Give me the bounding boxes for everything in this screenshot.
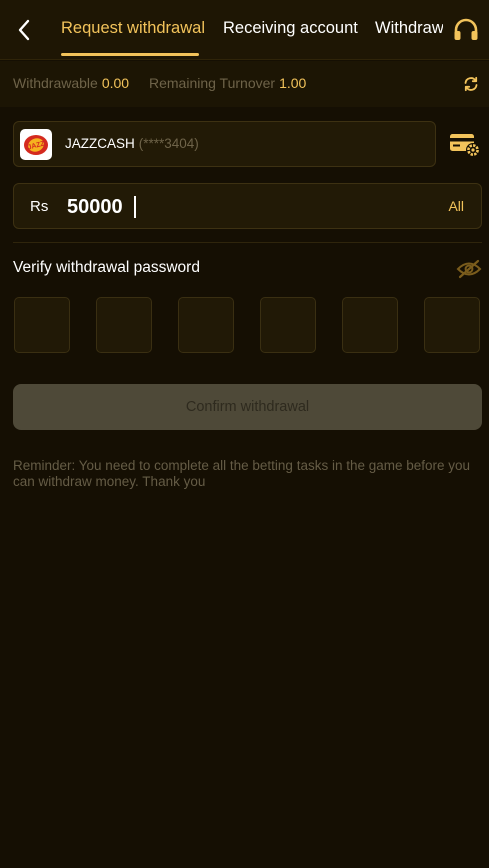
top-nav-bar: Request withdrawal Receiving account Wit… bbox=[0, 0, 489, 60]
eye-off-icon bbox=[456, 259, 482, 279]
currency-label: Rs bbox=[30, 198, 49, 215]
account-masked-number: (****3404) bbox=[138, 136, 199, 151]
password-digit-5[interactable] bbox=[342, 297, 398, 353]
refresh-icon bbox=[464, 76, 478, 92]
receiving-account-selector[interactable]: JAZZ JAZZCASH (****3404) bbox=[13, 121, 436, 167]
password-digit-3[interactable] bbox=[178, 297, 234, 353]
password-digit-1[interactable] bbox=[14, 297, 70, 353]
chevron-left-icon bbox=[18, 19, 30, 41]
section-divider bbox=[13, 242, 482, 243]
withdrawable-value: 0.00 bbox=[101, 75, 130, 91]
password-digit-2[interactable] bbox=[96, 297, 152, 353]
tab-receiving-account[interactable]: Receiving account bbox=[223, 19, 358, 38]
text-cursor bbox=[134, 196, 136, 218]
customer-support-button[interactable] bbox=[443, 0, 489, 59]
withdrawal-amount-field: Rs All bbox=[13, 183, 482, 229]
confirm-withdrawal-button[interactable]: Confirm withdrawal bbox=[13, 384, 482, 430]
password-digit-6[interactable] bbox=[424, 297, 480, 353]
amount-input[interactable] bbox=[66, 192, 396, 222]
back-button[interactable] bbox=[12, 15, 36, 45]
card-settings-icon bbox=[450, 134, 480, 157]
withdrawable-label: Withdrawable bbox=[13, 75, 98, 91]
withdraw-all-button[interactable]: All bbox=[448, 198, 464, 214]
account-name: JAZZCASH (****3404) bbox=[65, 136, 199, 151]
password-digit-4[interactable] bbox=[260, 297, 316, 353]
account-provider: JAZZCASH bbox=[65, 136, 135, 151]
remaining-turnover: Remaining Turnover 1.00 bbox=[149, 75, 306, 91]
manage-cards-button[interactable] bbox=[448, 129, 482, 159]
balance-summary-bar: Withdrawable 0.00 Remaining Turnover 1.00 bbox=[0, 61, 489, 107]
turnover-label: Remaining Turnover bbox=[149, 75, 276, 91]
tab-request-withdrawal[interactable]: Request withdrawal bbox=[61, 19, 205, 38]
tab-withdraw-records[interactable]: Withdraw bbox=[375, 19, 444, 38]
jazzcash-logo: JAZZ bbox=[20, 129, 52, 160]
turnover-value: 1.00 bbox=[279, 75, 307, 91]
refresh-button[interactable] bbox=[459, 72, 483, 96]
password-label: Verify withdrawal password bbox=[13, 259, 200, 276]
active-tab-indicator bbox=[61, 53, 199, 56]
reminder-text: Reminder: You need to complete all the b… bbox=[13, 458, 471, 489]
toggle-password-visibility[interactable] bbox=[455, 257, 483, 281]
headset-icon bbox=[454, 18, 478, 40]
withdrawable-balance: Withdrawable 0.00 bbox=[13, 75, 129, 91]
